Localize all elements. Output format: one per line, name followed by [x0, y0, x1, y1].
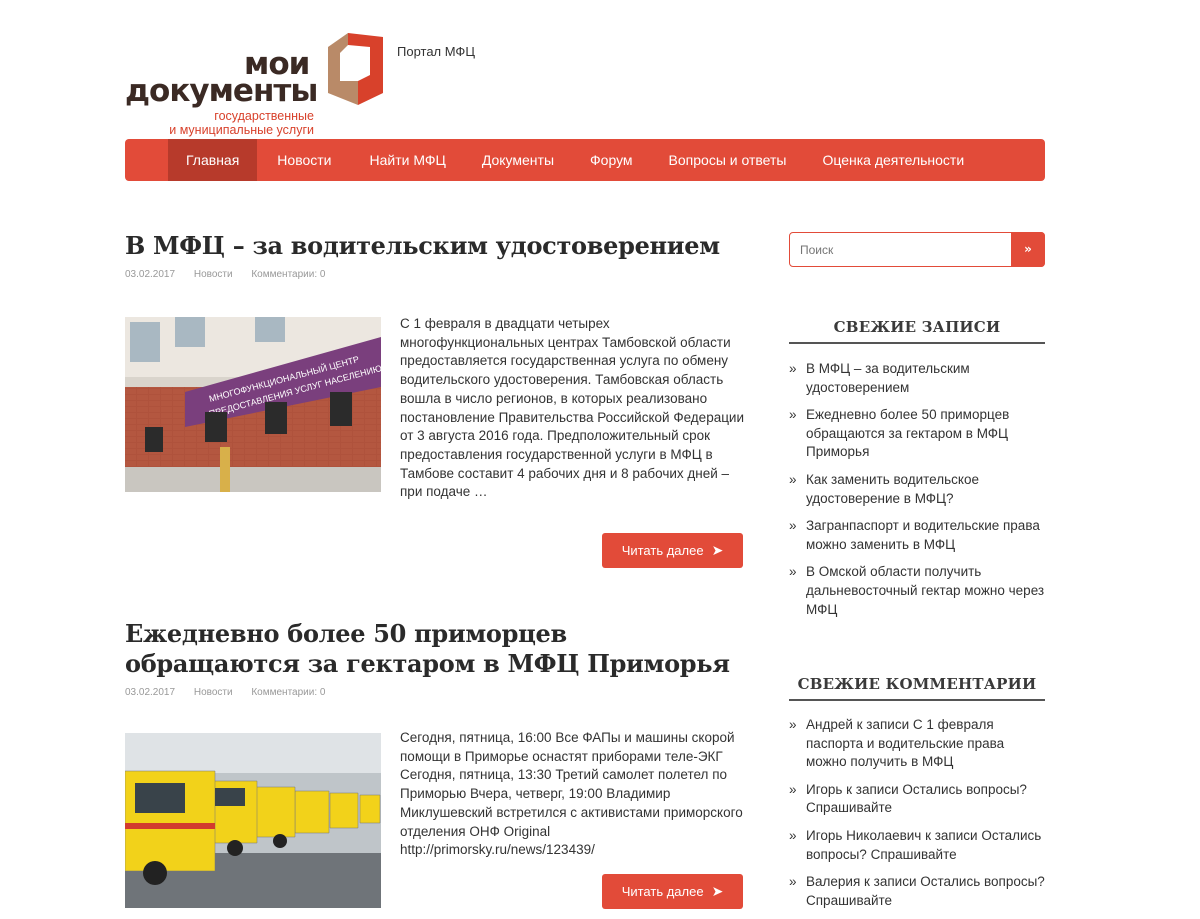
- recent-posts-list: В МФЦ – за водительским удостоверением Е…: [789, 360, 1045, 628]
- list-item: Ежедневно более 50 приморцев обращаются …: [789, 406, 1045, 462]
- recent-posts-title: Свежие записи: [789, 318, 1045, 344]
- recent-comment-link[interactable]: Игорь к записи Остались вопросы? Спрашив…: [806, 782, 1027, 816]
- search-form: »: [789, 232, 1045, 267]
- list-item: В МФЦ – за водительским удостоверением: [789, 360, 1045, 397]
- site-logo[interactable]: мои документы государственные и муниципа…: [125, 30, 385, 138]
- read-more-button[interactable]: Читать далее ➤: [602, 874, 743, 909]
- post-title[interactable]: Ежедневно более 50 приморцев обращаются …: [125, 619, 745, 679]
- post-title[interactable]: В МФЦ – за водительским удостоверением: [125, 231, 745, 261]
- recent-comment-link[interactable]: Андрей к записи С 1 февраля паспорта и в…: [806, 717, 1004, 769]
- post-meta: 03.02.2017 Новости Комментарии: 0: [125, 269, 745, 280]
- nav-item-documents[interactable]: Документы: [464, 139, 572, 181]
- post-article: В МФЦ – за водительским удостоверением 0…: [125, 231, 745, 568]
- read-more-label: Читать далее: [621, 543, 704, 558]
- recent-comments-title: Свежие комментарии: [789, 675, 1045, 701]
- post-date[interactable]: 03.02.2017: [125, 269, 175, 280]
- nav-item-faq[interactable]: Вопросы и ответы: [651, 139, 805, 181]
- logo-mark-icon: [328, 33, 383, 105]
- logo-tagline-2: и муниципальные услуги: [169, 123, 314, 137]
- recent-post-link[interactable]: Как заменить водительское удостоверение …: [806, 472, 979, 506]
- list-item: Как заменить водительское удостоверение …: [789, 471, 1045, 508]
- post-date[interactable]: 03.02.2017: [125, 687, 175, 698]
- recent-post-link[interactable]: Загранпаспорт и водительские права можно…: [806, 518, 1040, 552]
- recent-post-link[interactable]: Ежедневно более 50 приморцев обращаются …: [806, 407, 1009, 459]
- mfc-building-image: МНОГОФУНКЦИОНАЛЬНЫЙ ЦЕНТР ПРЕДОСТАВЛЕНИЯ…: [125, 317, 381, 492]
- nav-item-find-mfc[interactable]: Найти МФЦ: [352, 139, 464, 181]
- list-item: Валерия к записи Остались вопросы? Спраш…: [789, 873, 1045, 910]
- nav-item-rating[interactable]: Оценка деятельности: [804, 139, 982, 181]
- logo-word-dokumenty: документы: [125, 73, 318, 109]
- nav-item-forum[interactable]: Форум: [572, 139, 651, 181]
- post-meta: 03.02.2017 Новости Комментарии: 0: [125, 687, 745, 698]
- ambulances-image: [125, 733, 381, 908]
- recent-comment-link[interactable]: Валерия к записи Остались вопросы? Спраш…: [806, 874, 1045, 908]
- nav-item-home[interactable]: Главная: [168, 139, 258, 181]
- recent-comment-link[interactable]: Игорь Николаевич к записи Остались вопро…: [806, 828, 1041, 862]
- read-more-button[interactable]: Читать далее ➤: [602, 533, 743, 568]
- arrow-right-icon: ➤: [711, 542, 724, 558]
- logo-tagline-1: государственные: [214, 109, 314, 123]
- post-thumbnail[interactable]: МНОГОФУНКЦИОНАЛЬНЫЙ ЦЕНТР ПРЕДОСТАВЛЕНИЯ…: [125, 317, 381, 492]
- list-item: В Омской области получить дальневосточны…: [789, 563, 1045, 619]
- post-category[interactable]: Новости: [194, 687, 233, 698]
- main-nav: Главная Новости Найти МФЦ Документы Фору…: [125, 139, 1045, 181]
- recent-comments-list: Андрей к записи С 1 февраля паспорта и в…: [789, 716, 1045, 919]
- arrow-right-icon: ➤: [711, 883, 724, 899]
- recent-post-link[interactable]: В МФЦ – за водительским удостоверением: [806, 361, 970, 395]
- search-input[interactable]: [790, 233, 1010, 266]
- post-comments-count[interactable]: Комментарии: 0: [251, 687, 325, 698]
- post-category[interactable]: Новости: [194, 269, 233, 280]
- recent-post-link[interactable]: В Омской области получить дальневосточны…: [806, 564, 1044, 616]
- post-excerpt: Сегодня, пятница, 16:00 Все ФАПы и машин…: [400, 730, 743, 858]
- nav-item-news[interactable]: Новости: [257, 139, 351, 181]
- read-more-label: Читать далее: [621, 884, 704, 899]
- post-thumbnail[interactable]: [125, 733, 381, 908]
- post-article: Ежедневно более 50 приморцев обращаются …: [125, 619, 745, 909]
- site-description: Портал МФЦ: [397, 44, 475, 59]
- list-item: Загранпаспорт и водительские права можно…: [789, 517, 1045, 554]
- search-button[interactable]: »: [1011, 232, 1045, 267]
- post-excerpt: С 1 февраля в двадцати четырех многофунк…: [400, 316, 745, 500]
- list-item: Игорь Николаевич к записи Остались вопро…: [789, 827, 1045, 864]
- post-comments-count[interactable]: Комментарии: 0: [251, 269, 325, 280]
- list-item: Андрей к записи С 1 февраля паспорта и в…: [789, 716, 1045, 772]
- list-item: Игорь к записи Остались вопросы? Спрашив…: [789, 781, 1045, 818]
